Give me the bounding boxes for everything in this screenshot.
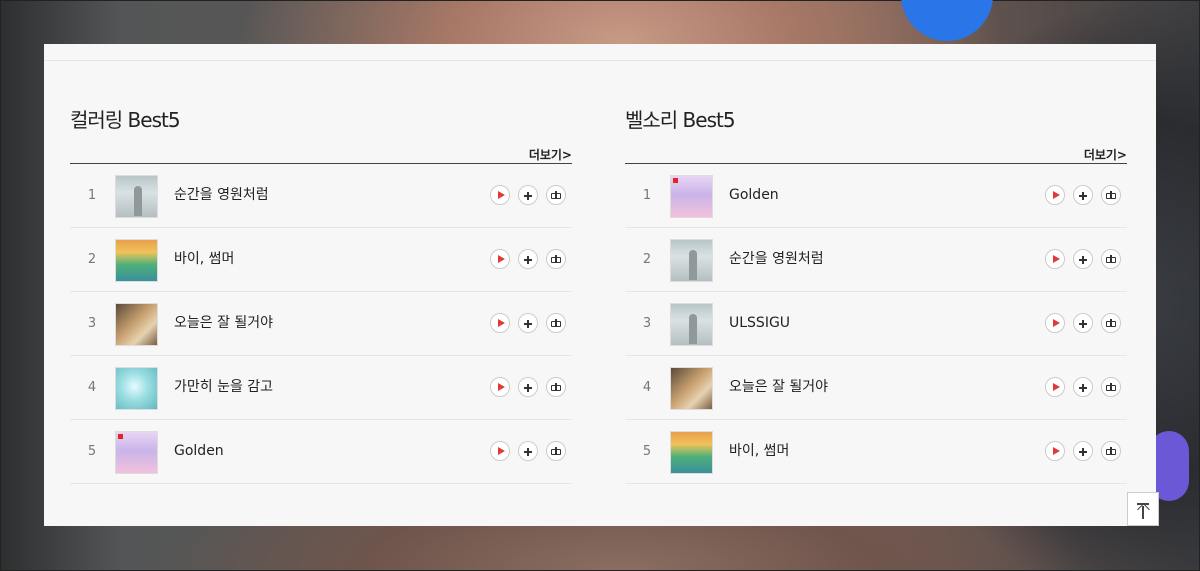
song-title[interactable]: 가만히 눈을 감고: [174, 356, 273, 419]
row-actions: [1045, 313, 1121, 333]
row-actions: [1045, 249, 1121, 269]
album-art[interactable]: [115, 239, 158, 282]
add-icon[interactable]: [1073, 377, 1093, 397]
song-title[interactable]: 바이, 썸머: [174, 228, 234, 291]
section-title: 벨소리 Best5: [625, 108, 736, 132]
song-title[interactable]: 순간을 영원처럼: [729, 228, 824, 291]
play-icon[interactable]: [490, 185, 510, 205]
gift-icon[interactable]: [1101, 313, 1121, 333]
row-actions: [1045, 185, 1121, 205]
rank-number: 4: [87, 380, 97, 395]
divider: [44, 60, 1156, 61]
list-item: 1 Golden: [625, 164, 1127, 228]
album-art[interactable]: [670, 175, 713, 218]
rank-number: 2: [642, 252, 652, 267]
rank-number: 4: [642, 380, 652, 395]
row-actions: [490, 249, 566, 269]
gift-icon[interactable]: [546, 185, 566, 205]
play-icon[interactable]: [1045, 185, 1065, 205]
add-icon[interactable]: [518, 441, 538, 461]
album-art[interactable]: [115, 175, 158, 218]
row-actions: [490, 185, 566, 205]
play-icon[interactable]: [490, 249, 510, 269]
rank-number: 3: [87, 316, 97, 331]
play-icon[interactable]: [490, 377, 510, 397]
gift-icon[interactable]: [1101, 249, 1121, 269]
add-icon[interactable]: [1073, 185, 1093, 205]
gift-icon[interactable]: [546, 377, 566, 397]
list-item: 5 Golden: [70, 420, 572, 484]
add-icon[interactable]: [1073, 313, 1093, 333]
song-list: 1 순간을 영원처럼 2 바이, 썸머 3 오늘은 잘 될거야 4 가만히 눈을…: [70, 164, 572, 484]
play-icon[interactable]: [1045, 441, 1065, 461]
song-list: 1 Golden 2 순간을 영원처럼 3 ULSSIGU 4 오늘은 잘 될거…: [625, 164, 1127, 484]
play-icon[interactable]: [1045, 377, 1065, 397]
arrow-up-icon: [1137, 503, 1150, 516]
row-actions: [1045, 441, 1121, 461]
play-icon[interactable]: [490, 441, 510, 461]
play-icon[interactable]: [490, 313, 510, 333]
album-art[interactable]: [115, 367, 158, 410]
list-item: 2 바이, 썸머: [70, 228, 572, 292]
more-link[interactable]: 더보기>: [529, 146, 572, 163]
add-icon[interactable]: [518, 313, 538, 333]
album-art[interactable]: [115, 303, 158, 346]
gift-icon[interactable]: [546, 249, 566, 269]
list-item: 2 순간을 영원처럼: [625, 228, 1127, 292]
song-title[interactable]: 오늘은 잘 될거야: [174, 292, 273, 355]
gift-icon[interactable]: [546, 441, 566, 461]
add-icon[interactable]: [518, 249, 538, 269]
row-actions: [490, 441, 566, 461]
album-art[interactable]: [115, 431, 158, 474]
gift-icon[interactable]: [546, 313, 566, 333]
play-icon[interactable]: [1045, 313, 1065, 333]
rank-number: 1: [87, 188, 97, 203]
more-link[interactable]: 더보기>: [1084, 146, 1127, 163]
gift-icon[interactable]: [1101, 441, 1121, 461]
gift-icon[interactable]: [1101, 377, 1121, 397]
album-art[interactable]: [670, 239, 713, 282]
album-art[interactable]: [670, 431, 713, 474]
list-item: 3 ULSSIGU: [625, 292, 1127, 356]
song-title[interactable]: ULSSIGU: [729, 292, 790, 355]
row-actions: [1045, 377, 1121, 397]
list-item: 4 오늘은 잘 될거야: [625, 356, 1127, 420]
add-icon[interactable]: [1073, 249, 1093, 269]
album-art[interactable]: [670, 303, 713, 346]
row-actions: [490, 377, 566, 397]
row-actions: [490, 313, 566, 333]
add-icon[interactable]: [1073, 441, 1093, 461]
song-title[interactable]: 순간을 영원처럼: [174, 164, 269, 227]
list-item: 1 순간을 영원처럼: [70, 164, 572, 228]
rank-number: 1: [642, 188, 652, 203]
section-title: 컬러링 Best5: [70, 108, 181, 132]
rank-number: 3: [642, 316, 652, 331]
add-icon[interactable]: [518, 377, 538, 397]
gift-icon[interactable]: [1101, 185, 1121, 205]
ranking-panel: 컬러링 Best5 더보기> 1 순간을 영원처럼 2 바이, 썸머 3 오늘은…: [44, 44, 1156, 526]
song-title[interactable]: Golden: [174, 420, 224, 483]
song-title[interactable]: Golden: [729, 164, 779, 227]
list-item: 4 가만히 눈을 감고: [70, 356, 572, 420]
song-title[interactable]: 바이, 썸머: [729, 420, 789, 483]
rank-number: 5: [642, 444, 652, 459]
album-art[interactable]: [670, 367, 713, 410]
scroll-to-top-button[interactable]: [1127, 492, 1159, 526]
play-icon[interactable]: [1045, 249, 1065, 269]
list-item: 3 오늘은 잘 될거야: [70, 292, 572, 356]
rank-number: 5: [87, 444, 97, 459]
song-title[interactable]: 오늘은 잘 될거야: [729, 356, 828, 419]
background-app-icon: [901, 0, 993, 41]
add-icon[interactable]: [518, 185, 538, 205]
rank-number: 2: [87, 252, 97, 267]
list-item: 5 바이, 썸머: [625, 420, 1127, 484]
